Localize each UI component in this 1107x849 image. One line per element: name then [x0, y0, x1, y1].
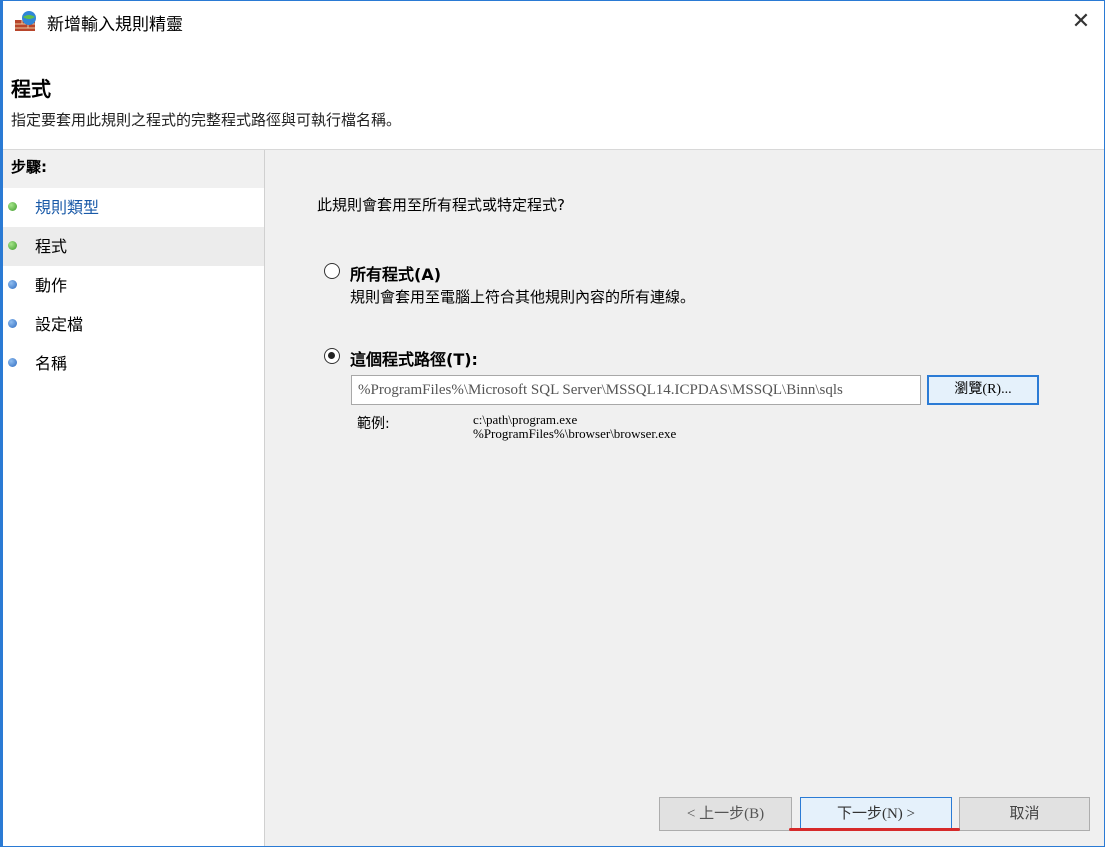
step-item-program[interactable]: 程式: [3, 227, 264, 266]
step-label: 設定檔: [35, 315, 84, 334]
firewall-icon: [14, 10, 38, 32]
example-path-1: c:\path\program.exe: [473, 412, 578, 427]
back-button[interactable]: < 上一步(B): [659, 797, 792, 831]
step-pending-icon: [8, 280, 17, 289]
step-item-action[interactable]: 動作: [3, 266, 264, 305]
step-item-name[interactable]: 名稱: [3, 344, 264, 383]
window-title: 新增輸入規則精靈: [47, 15, 183, 35]
next-button[interactable]: 下一步(N) >: [800, 797, 952, 831]
all-programs-description: 規則會套用至電腦上符合其他規則內容的所有連線。: [350, 288, 696, 306]
step-item-rule-type[interactable]: 規則類型: [3, 188, 264, 227]
step-label: 程式: [35, 237, 68, 256]
next-button-highlight: [789, 828, 960, 831]
program-path-input[interactable]: %ProgramFiles%\Microsoft SQL Server\MSSQ…: [351, 375, 921, 405]
content-panel: 此規則會套用至所有程式或特定程式? 所有程式(A) 規則會套用至電腦上符合其他規…: [265, 150, 1104, 846]
close-button[interactable]: ✕: [1058, 1, 1104, 41]
step-complete-icon: [8, 202, 17, 211]
example-paths: c:\path\program.exe %ProgramFiles%\brows…: [473, 413, 676, 441]
page-description: 指定要套用此規則之程式的完整程式路徑與可執行檔名稱。: [11, 111, 402, 129]
title-bar: 新增輸入規則精靈 ✕: [3, 1, 1104, 41]
close-icon: ✕: [1071, 8, 1091, 34]
all-programs-label[interactable]: 所有程式(A): [350, 261, 441, 285]
step-label: 規則類型: [35, 198, 100, 217]
step-complete-icon: [8, 241, 17, 250]
program-path-label[interactable]: 這個程式路徑(T):: [350, 346, 478, 370]
example-label: 範例:: [357, 416, 390, 432]
page-title: 程式: [11, 77, 51, 101]
scope-question: 此規則會套用至所有程式或特定程式?: [317, 196, 565, 214]
steps-panel: 步驟: 規則類型 程式 動作 設定檔 名稱: [3, 150, 265, 846]
all-programs-radio[interactable]: [324, 263, 340, 279]
step-pending-icon: [8, 319, 17, 328]
step-label: 名稱: [35, 354, 68, 373]
browse-button[interactable]: 瀏覽(R)...: [927, 375, 1039, 405]
step-pending-icon: [8, 358, 17, 367]
step-item-profile[interactable]: 設定檔: [3, 305, 264, 344]
wizard-window: 新增輸入規則精靈 ✕ 程式 指定要套用此規則之程式的完整程式路徑與可執行檔名稱。…: [0, 0, 1105, 847]
program-path-radio[interactable]: [324, 348, 340, 364]
cancel-button[interactable]: 取消: [959, 797, 1090, 831]
example-path-2: %ProgramFiles%\browser\browser.exe: [473, 426, 677, 441]
step-label: 動作: [35, 276, 68, 295]
steps-heading: 步驟:: [3, 150, 264, 188]
